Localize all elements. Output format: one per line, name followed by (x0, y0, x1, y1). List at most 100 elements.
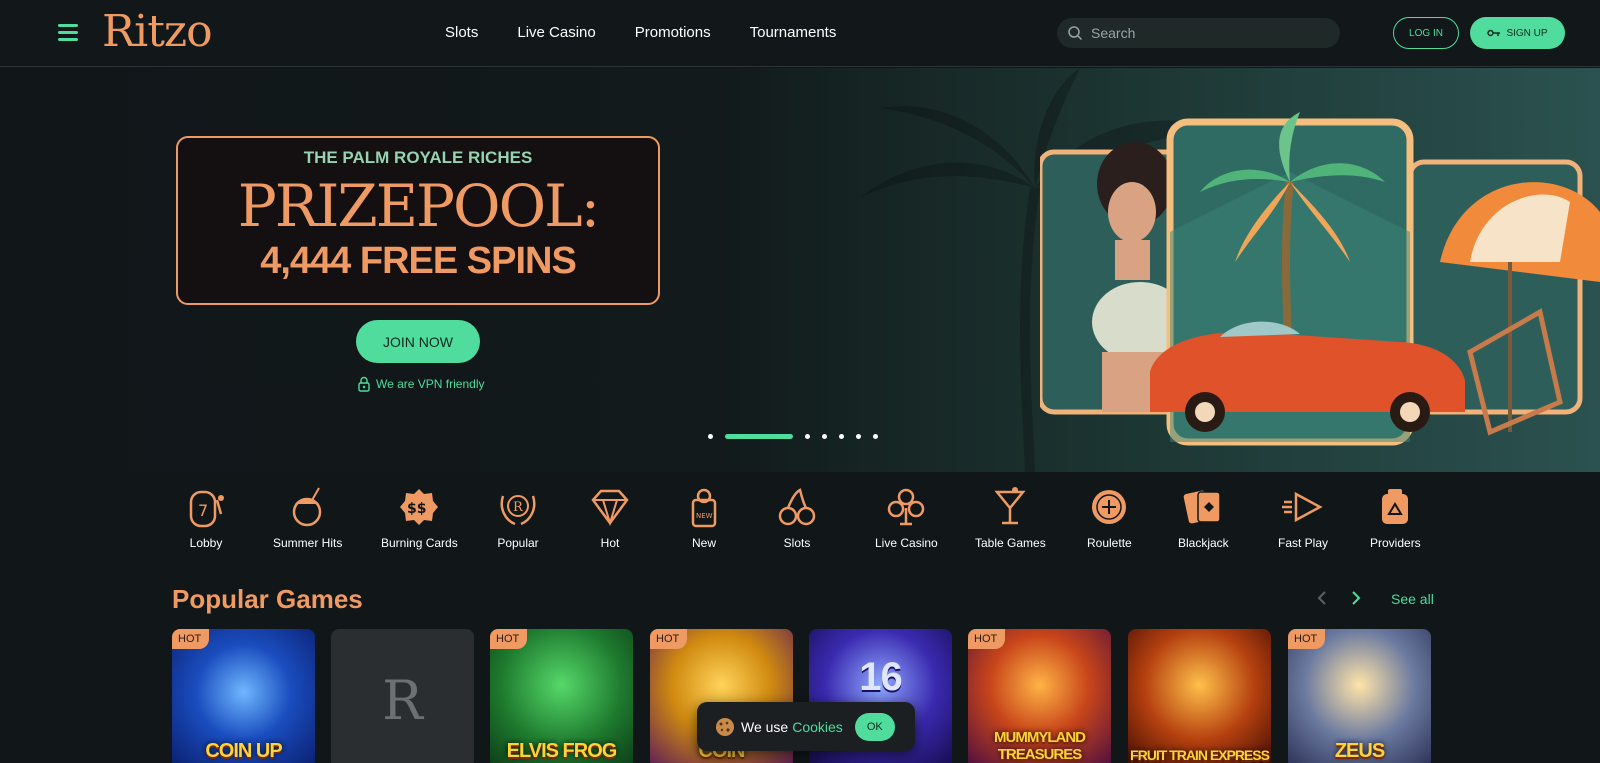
search-input[interactable] (1091, 25, 1321, 41)
carousel-dot[interactable] (708, 434, 713, 439)
nav-promotions[interactable]: Promotions (635, 24, 711, 41)
category-summer-hits[interactable]: Summer Hits (273, 486, 342, 550)
hot-badge: HOT (172, 629, 210, 649)
laurel-icon: R (500, 495, 536, 526)
category-label: Summer Hits (273, 536, 343, 550)
search-bar[interactable] (1057, 18, 1340, 48)
svg-text:$$: $$ (407, 501, 426, 517)
carousel-dots (708, 434, 878, 439)
hot-badge: HOT (650, 629, 688, 649)
game-tile[interactable]: HOT ELVIS FROG (490, 629, 633, 763)
game-tile[interactable]: R (331, 629, 474, 763)
game-tile[interactable]: HOT MUMMYLAND TREASURES (968, 629, 1111, 763)
nav-tournaments[interactable]: Tournaments (750, 24, 837, 41)
category-label: Live Casino (875, 536, 938, 550)
carousel-dot-active[interactable] (725, 434, 793, 439)
category-label: Hot (600, 536, 620, 550)
category-fast-play[interactable]: Fast Play (1278, 486, 1328, 550)
providers-icon (1382, 489, 1409, 524)
game-title: 16 (859, 655, 903, 699)
category-blackjack[interactable]: Blackjack (1178, 486, 1229, 550)
category-label: Fast Play (1278, 536, 1329, 550)
category-new[interactable]: NEW New (683, 486, 725, 550)
category-burning-cards[interactable]: $$ Burning Cards (381, 486, 458, 550)
carousel-arrows (1314, 590, 1364, 606)
logo[interactable]: Ritzo (102, 6, 213, 57)
menu-icon[interactable] (58, 24, 78, 42)
category-label: Lobby (189, 536, 223, 550)
slot-machine-icon: 7 (189, 490, 224, 528)
promo-subtitle: THE PALM ROYALE RICHES (303, 148, 533, 167)
cookies-link[interactable]: Cookies (792, 719, 843, 735)
cards-icon (1184, 490, 1222, 524)
game-title: ZEUS (1334, 740, 1385, 762)
category-providers[interactable]: Providers (1370, 486, 1421, 550)
hot-badge: HOT (490, 629, 528, 649)
svg-text:NEW: NEW (696, 512, 713, 520)
nav-live-casino[interactable]: Live Casino (517, 24, 595, 41)
category-popular[interactable]: R Popular (497, 486, 539, 550)
cookie-banner: We use Cookies OK (697, 702, 915, 751)
main-nav: Slots Live Casino Promotions Tournaments (445, 24, 875, 41)
cocktail-icon (994, 487, 1026, 525)
nav-slots[interactable]: Slots (445, 24, 478, 41)
vpn-notice: We are VPN friendly (358, 376, 485, 392)
chevron-left-icon[interactable] (1314, 590, 1330, 606)
fast-play-icon (1282, 491, 1323, 523)
category-hot[interactable]: Hot (589, 486, 631, 550)
login-button[interactable]: LOG IN (1393, 17, 1459, 49)
game-title: FRUIT TRAIN EXPRESS (1130, 747, 1270, 763)
hero-banner: THE PALM ROYALE RICHES PRIZEPOOL: 4,444 … (0, 68, 1600, 472)
category-label: Roulette (1087, 536, 1132, 550)
category-lobby[interactable]: 7 Lobby (185, 486, 227, 550)
game-tile[interactable]: FRUIT TRAIN EXPRESS (1128, 629, 1271, 763)
top-header: Ritzo Slots Live Casino Promotions Tourn… (0, 0, 1600, 67)
cookie-text: We use (741, 718, 789, 735)
see-all-link[interactable]: See all (1391, 591, 1434, 607)
category-slots[interactable]: Slots (776, 486, 818, 550)
popular-games-title: Popular Games (172, 584, 363, 614)
carousel-dot[interactable] (873, 434, 878, 439)
category-label: New (691, 536, 716, 550)
svg-text:R: R (513, 500, 524, 515)
chevron-right-icon[interactable] (1348, 590, 1364, 606)
diamond-icon (591, 489, 629, 527)
category-table-games[interactable]: Table Games (975, 486, 1046, 550)
promo-title: PRIZEPOOL: (237, 172, 600, 240)
carousel-dot[interactable] (839, 434, 844, 439)
placeholder-logo: R (382, 669, 423, 732)
dollar-badge-icon: $$ (400, 489, 439, 525)
key-icon (1487, 29, 1501, 37)
lock-icon (358, 376, 370, 392)
hot-badge: HOT (1288, 629, 1326, 649)
cherries-icon (778, 488, 816, 526)
carousel-dot[interactable] (856, 434, 861, 439)
game-tile[interactable]: HOT ZEUS (1288, 629, 1431, 763)
carousel-dot[interactable] (805, 434, 810, 439)
search-icon (1068, 26, 1083, 41)
signup-label: SIGN UP (1506, 27, 1548, 39)
game-tile[interactable]: HOT COIN UP (172, 629, 315, 763)
signup-button[interactable]: SIGN UP (1470, 17, 1565, 49)
category-roulette[interactable]: Roulette (1087, 486, 1132, 550)
promo-box: THE PALM ROYALE RICHES PRIZEPOOL: 4,444 … (176, 136, 660, 305)
vpn-text: We are VPN friendly (376, 377, 485, 391)
promo-spins: 4,444 FREE SPINS (260, 240, 577, 282)
category-label: Blackjack (1178, 536, 1229, 550)
game-title: ELVIS FROG (506, 740, 618, 762)
club-icon (888, 488, 925, 526)
category-bar: 7 Lobby Summer Hits $$ Burning Cards R P… (168, 486, 1432, 556)
carousel-dot[interactable] (822, 434, 827, 439)
category-live-casino[interactable]: Live Casino (875, 486, 938, 550)
coconut-drink-icon (292, 487, 321, 527)
category-label: Burning Cards (381, 536, 458, 550)
roulette-icon (1092, 490, 1127, 524)
category-label: Popular (497, 536, 539, 550)
category-label: Slots (783, 536, 811, 550)
hot-badge: HOT (968, 629, 1006, 649)
cookie-ok-button[interactable]: OK (854, 712, 895, 741)
svg-text:7: 7 (198, 501, 208, 520)
cookie-icon (716, 717, 734, 736)
join-now-button[interactable]: JOIN NOW (356, 320, 480, 363)
category-label: Table Games (975, 536, 1046, 550)
